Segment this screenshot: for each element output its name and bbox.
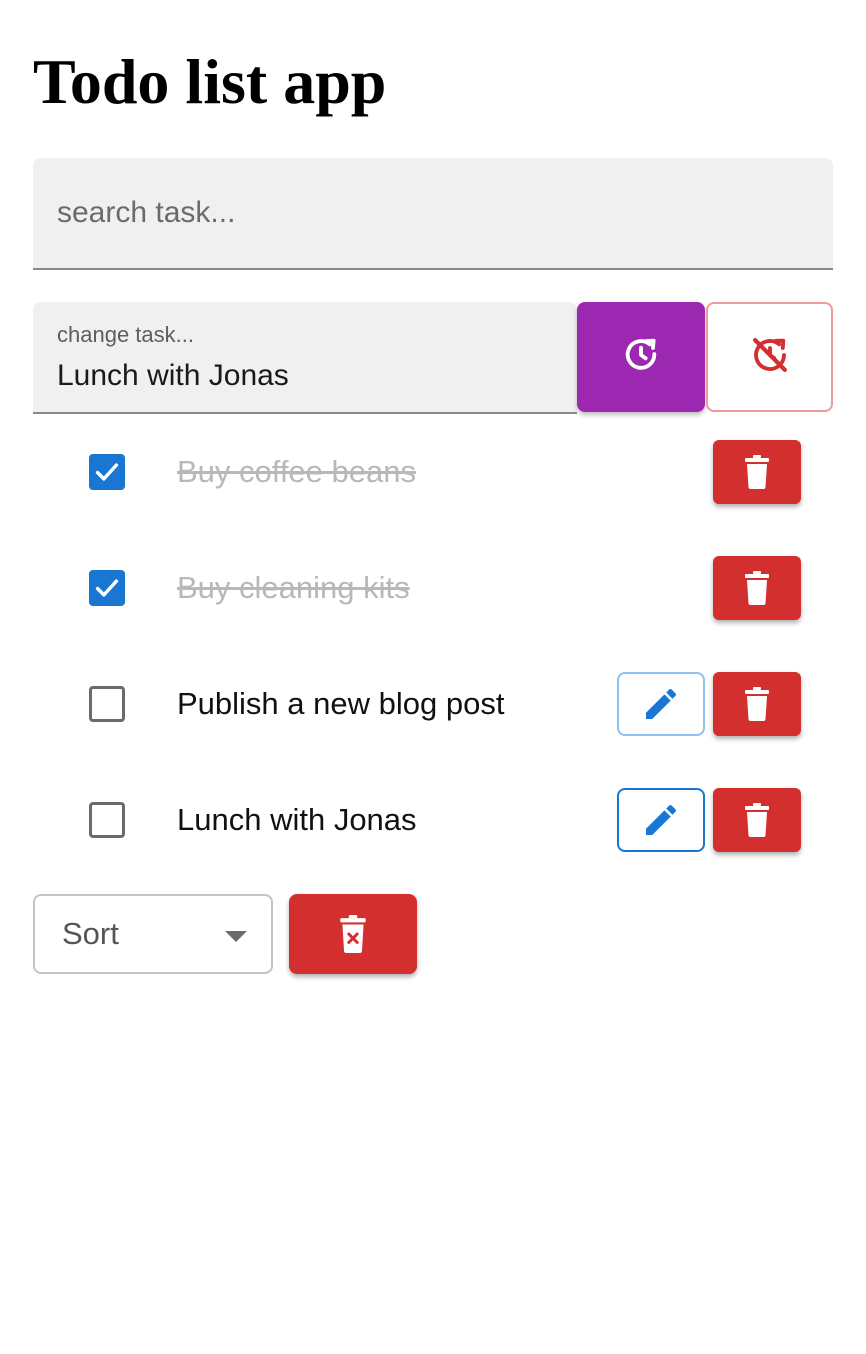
todo-text: Lunch with Jonas <box>177 802 417 837</box>
trash-x-icon <box>340 915 366 953</box>
delete-todo-button[interactable] <box>713 556 801 620</box>
todo-checkbox[interactable] <box>89 570 125 606</box>
cancel-edit-button[interactable] <box>706 302 833 412</box>
todo-checkbox[interactable] <box>89 686 125 722</box>
todo-text: Buy cleaning kits <box>177 570 410 605</box>
todo-item: Buy cleaning kits <box>33 548 833 628</box>
todo-item: Buy coffee beans <box>33 432 833 512</box>
trash-icon <box>745 571 769 605</box>
edit-todo-button[interactable] <box>617 672 705 736</box>
edit-task-input[interactable] <box>57 354 557 398</box>
pencil-icon <box>646 688 677 719</box>
todo-text: Publish a new blog post <box>177 686 505 721</box>
edit-task-field[interactable]: change task... <box>33 302 577 414</box>
todo-item: Publish a new blog post <box>33 664 833 744</box>
delete-todo-button[interactable] <box>713 672 801 736</box>
todo-checkbox[interactable] <box>89 454 125 490</box>
clear-all-button[interactable] <box>289 894 417 974</box>
todo-checkbox[interactable] <box>89 802 125 838</box>
checkmark-icon <box>95 579 119 597</box>
todo-text: Buy coffee beans <box>177 454 416 489</box>
trash-icon <box>745 455 769 489</box>
checkmark-icon <box>95 463 119 481</box>
todo-item: Lunch with Jonas <box>33 780 833 860</box>
trash-icon <box>745 803 769 837</box>
edit-todo-button[interactable] <box>617 788 705 852</box>
timer-off-icon <box>749 334 791 381</box>
sort-selected-value: Sort <box>62 916 119 951</box>
clock-refresh-icon <box>621 335 661 380</box>
delete-todo-button[interactable] <box>713 788 801 852</box>
delete-todo-button[interactable] <box>713 440 801 504</box>
page-title: Todo list app <box>33 46 387 117</box>
update-task-button[interactable] <box>577 302 705 412</box>
sort-select[interactable]: Sort <box>33 894 273 974</box>
edit-task-label: change task... <box>57 322 194 347</box>
search-field[interactable] <box>33 158 833 270</box>
pencil-icon <box>646 804 677 835</box>
trash-icon <box>745 687 769 721</box>
search-input[interactable] <box>57 190 807 236</box>
dropdown-arrow-icon <box>225 931 247 942</box>
